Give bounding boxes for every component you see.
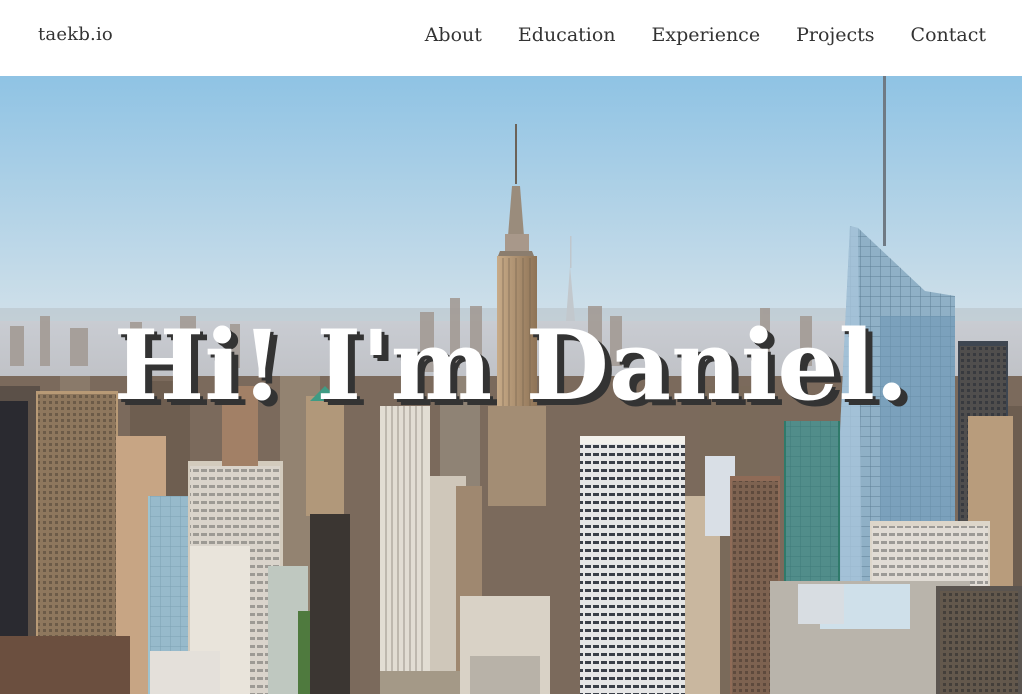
nav-link-about[interactable]: About	[425, 24, 482, 46]
navbar: taekb.io About Education Experience Proj…	[0, 0, 1022, 76]
page: taekb.io About Education Experience Proj…	[0, 0, 1022, 694]
nav-links: About Education Experience Projects Cont…	[425, 24, 986, 46]
nav-link-projects[interactable]: Projects	[796, 24, 874, 46]
brand-link[interactable]: taekb.io	[38, 24, 113, 45]
hero-section: Hi! I'm Daniel.	[0, 76, 1022, 694]
nav-link-education[interactable]: Education	[518, 24, 616, 46]
hero-title: Hi! I'm Daniel.	[113, 309, 909, 422]
nav-link-contact[interactable]: Contact	[911, 24, 986, 46]
nav-link-experience[interactable]: Experience	[652, 24, 761, 46]
